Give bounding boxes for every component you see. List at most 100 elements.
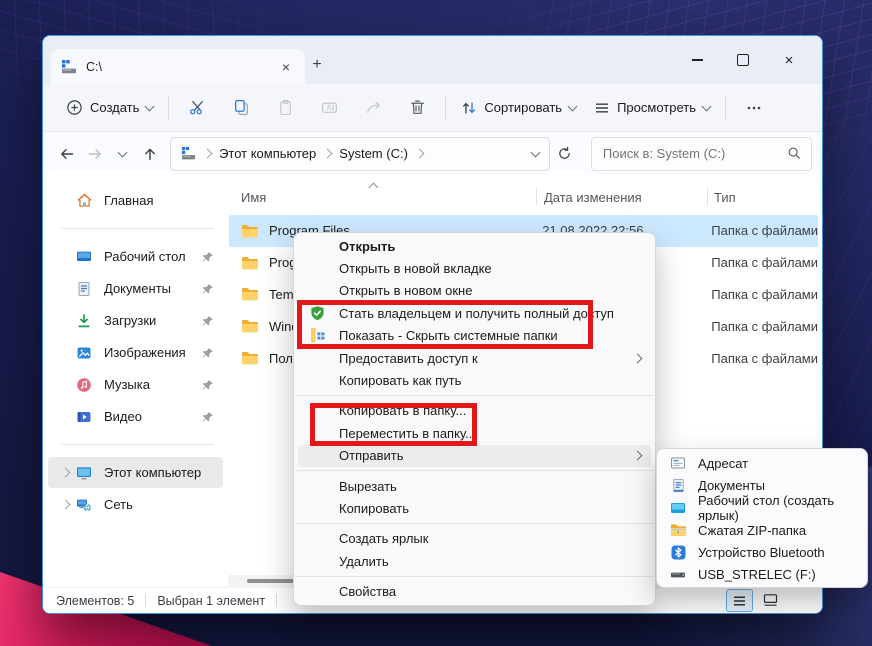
menu-item-label: Открыть (339, 238, 396, 254)
copy-button[interactable] (219, 92, 263, 124)
sidebar-item-documents[interactable]: Документы (48, 273, 223, 304)
menu-item-properties[interactable]: Свойства (298, 580, 651, 602)
breadcrumb-system-c[interactable]: System (C:) (339, 146, 408, 161)
pin-icon (200, 411, 215, 423)
new-button-label: Создать (90, 100, 140, 115)
tab-title: C:\ (86, 59, 102, 74)
breadcrumb-this-pc[interactable]: Этот компьютер (219, 146, 316, 161)
maximize-button[interactable] (720, 45, 766, 75)
close-button[interactable]: × (766, 45, 812, 75)
close-icon: × (784, 51, 794, 69)
column-header-name[interactable]: Имя (228, 182, 537, 211)
column-header-date[interactable]: Дата изменения (537, 183, 708, 211)
chevron-right-icon[interactable] (56, 499, 74, 510)
sidebar-item-network[interactable]: Сеть (48, 489, 223, 520)
share-button[interactable] (351, 92, 395, 124)
up-button[interactable] (136, 139, 164, 168)
details-view-button[interactable] (726, 589, 753, 612)
status-divider (145, 594, 147, 607)
address-dropdown-icon[interactable] (530, 147, 541, 157)
sendto-item-mail-recipient[interactable]: Адресат (661, 452, 863, 474)
menu-item-open-new-window[interactable]: Открыть в новом окне (298, 280, 651, 302)
sort-button[interactable]: Сортировать (452, 94, 585, 122)
column-header-label: Дата изменения (544, 189, 642, 205)
submenu-item-label: USB_STRELEC (F:) (698, 567, 816, 583)
chevron-right-icon[interactable] (56, 467, 74, 478)
bluetooth-icon (669, 545, 687, 560)
zip-folder-icon (669, 523, 687, 537)
sidebar-item-label: Рабочий стол (104, 249, 186, 264)
drive-icon (181, 146, 196, 161)
menu-item-share-with[interactable]: Предоставить доступ к (298, 347, 651, 369)
new-tab-button[interactable]: + (305, 53, 329, 77)
search-icon (787, 146, 802, 161)
sidebar-item-downloads[interactable]: Загрузки (48, 305, 223, 336)
forward-button[interactable] (81, 139, 109, 168)
chevron-down-icon (117, 147, 128, 157)
search-input[interactable] (600, 145, 787, 162)
sendto-item-usb-drive[interactable]: USB_STRELEC (F:) (661, 563, 863, 585)
paste-icon (277, 99, 294, 116)
column-header-type[interactable]: Тип (708, 183, 818, 211)
menu-item-open-new-tab[interactable]: Открыть в новой вкладке (298, 257, 651, 279)
desktop-icon (669, 500, 687, 516)
address-bar: Этот компьютер System (C:) (43, 132, 822, 176)
submenu-item-label: Рабочий стол (создать ярлык) (698, 492, 835, 523)
menu-divider (295, 395, 654, 397)
pin-icon (200, 379, 215, 391)
column-header-label: Имя (241, 189, 267, 205)
sidebar-item-desktop[interactable]: Рабочий стол (48, 241, 223, 272)
more-button[interactable] (732, 92, 776, 124)
sidebar-item-label: Изображения (104, 345, 186, 360)
sidebar-divider (61, 228, 214, 229)
sidebar-item-label: Сеть (104, 497, 133, 512)
menu-divider (295, 523, 654, 525)
trash-icon (409, 99, 426, 116)
menu-item-delete[interactable]: Удалить (298, 550, 651, 572)
chevron-down-icon (701, 101, 712, 111)
sidebar-item-videos[interactable]: Видео (48, 401, 223, 432)
window-controls: × (674, 36, 812, 84)
sort-ascending-icon (368, 182, 379, 193)
menu-item-create-shortcut[interactable]: Создать ярлык (298, 528, 651, 550)
menu-item-cut[interactable]: Вырезать (298, 475, 651, 497)
maximize-icon (737, 54, 749, 66)
tab-close-icon[interactable]: × (277, 58, 295, 76)
file-type: Папка с файлами (711, 318, 818, 334)
search-box[interactable] (590, 136, 812, 171)
new-button[interactable]: Создать (57, 93, 162, 122)
tab-drive-c[interactable]: C:\ × (51, 49, 305, 84)
sendto-item-desktop-shortcut[interactable]: Рабочий стол (создать ярлык) (661, 493, 863, 523)
menu-item-label: Открыть в новой вкладке (339, 261, 492, 277)
sidebar-item-pictures[interactable]: Изображения (48, 337, 223, 368)
sidebar-item-home[interactable]: Главная (48, 185, 223, 216)
menu-item-label: Отправить (339, 448, 404, 464)
rename-button[interactable]: A (307, 92, 351, 124)
minimize-button[interactable] (674, 45, 720, 75)
svg-text:A: A (326, 103, 332, 112)
breadcrumb[interactable]: Этот компьютер System (C:) (170, 136, 551, 171)
large-icons-view-button[interactable] (758, 589, 783, 610)
sendto-item-bluetooth-device[interactable]: Устройство Bluetooth (661, 541, 863, 563)
pin-icon (200, 251, 215, 263)
chevron-right-icon (632, 353, 643, 364)
menu-item-copy[interactable]: Копировать (298, 497, 651, 519)
view-button[interactable]: Просмотреть (585, 94, 719, 122)
submenu-item-label: Документы (698, 477, 766, 493)
sidebar-item-music[interactable]: Музыка (48, 369, 223, 400)
cut-button[interactable] (175, 92, 219, 124)
menu-item-open[interactable]: Открыть (298, 235, 651, 257)
chevron-down-icon (567, 101, 578, 111)
delete-button[interactable] (395, 92, 439, 124)
file-type: Папка с файлами (711, 223, 818, 239)
chevron-right-icon (322, 148, 333, 159)
back-button[interactable] (53, 139, 81, 168)
file-type: Папка с файлами (711, 350, 818, 366)
recent-locations-button[interactable] (109, 139, 137, 168)
menu-item-copy-as-path[interactable]: Копировать как путь (298, 369, 651, 391)
sidebar-item-this-pc[interactable]: Этот компьютер (48, 457, 223, 488)
menu-item-send-to[interactable]: Отправить (298, 444, 651, 467)
paste-button[interactable] (263, 92, 307, 124)
sidebar-item-label: Видео (104, 409, 142, 424)
refresh-button[interactable] (550, 139, 579, 169)
